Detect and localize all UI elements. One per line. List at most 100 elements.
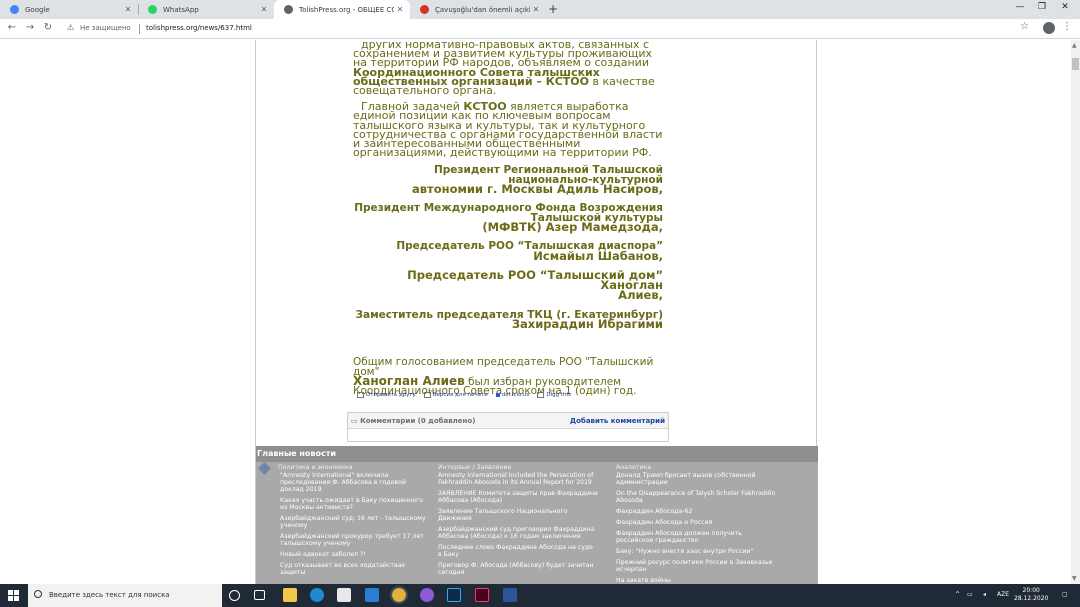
menu-icon[interactable]: ⋮ (1062, 21, 1072, 32)
news-link[interactable]: Азербайджанский прокурор требует 17 лет … (278, 533, 430, 547)
news-link[interactable]: Заявление Талышского Национального Движе… (438, 508, 598, 522)
mail-icon (357, 392, 364, 398)
tab-label: Çavuşoğlu'dan önemli açıklama... (435, 5, 530, 14)
comments-label: ▭ Комментарии (0 добавлено) (351, 417, 475, 425)
send-to-friend-link[interactable]: Отправить другу (357, 392, 416, 398)
vote-paragraph: Общим голосованием председатель РОО "Тал… (353, 357, 663, 397)
taskbar-search[interactable]: Введите здесь текст для поиска (28, 584, 222, 607)
tab-tolishpress[interactable]: TolishPress.org - ОБЩЕЕ СОБРА... ✕ (274, 0, 410, 19)
edge-icon[interactable] (310, 588, 324, 602)
article-paragraph: других нормативно-правовых актов, связан… (353, 40, 663, 96)
news-link[interactable]: Азербайджанский суд: 16 лет - талышскому… (278, 515, 430, 529)
tab-cavusoglu[interactable]: Çavuşoğlu'dan önemli açıklama... ✕ (410, 0, 546, 19)
photoshop-icon[interactable] (447, 588, 461, 602)
digg-link[interactable]: Digg this (537, 392, 571, 398)
link-label: Версия для печати (432, 392, 488, 398)
column-title[interactable]: Аналитика (616, 464, 776, 471)
search-placeholder: Введите здесь текст для поиска (49, 591, 170, 599)
windows-start-icon[interactable] (8, 590, 19, 601)
search-icon (34, 590, 42, 598)
tab-whatsapp[interactable]: WhatsApp ✕ (138, 0, 274, 19)
language-indicator[interactable]: AZE (997, 591, 1009, 598)
column-title[interactable]: Интервью / Заявление (438, 464, 598, 471)
restore-icon[interactable]: ❐ (1035, 2, 1049, 12)
print-link[interactable]: Версия для печати (423, 392, 488, 398)
link-label: del.icio.us (501, 392, 530, 398)
news-link[interactable]: Баку: "Нужно внести хаос внутри России" (616, 548, 776, 555)
news-link[interactable]: Азербайджанский суд приговорил Фахраддин… (438, 526, 598, 540)
tab-label: TolishPress.org - ОБЩЕЕ СОБРА... (299, 5, 394, 14)
url-text[interactable]: tolishpress.org/news/637.html (146, 24, 252, 32)
cortana-icon[interactable] (229, 590, 240, 601)
scroll-up-icon[interactable]: ▲ (1072, 42, 1077, 49)
news-link[interactable]: ЗАЯВЛЕНИЕ Комитета защиты прав Фахраддин… (438, 490, 598, 504)
article-body: других нормативно-правовых актов, связан… (353, 40, 663, 397)
signature-block: Президент Международного Фонда Возрожден… (353, 203, 663, 233)
signature-name: Захираддин Ибрагими (511, 317, 663, 331)
back-icon[interactable]: ← (5, 22, 19, 33)
volume-icon[interactable]: ◂ (983, 591, 986, 598)
mail-app-icon[interactable] (365, 588, 379, 602)
news-link[interactable]: Последнее слово Фахраддина Абосода на су… (438, 544, 598, 558)
tab-google[interactable]: Google ✕ (0, 0, 138, 19)
main-news-panel: Главные новости Политика и экономика "Am… (256, 446, 818, 584)
system-clock[interactable]: 20:00 28.12.2020 (1014, 587, 1048, 603)
news-link[interactable]: Какая участь ожидает в Баку похищенного … (278, 497, 430, 511)
google-icon (10, 5, 19, 14)
news-link[interactable]: Прежний ресурс политики России в Закавка… (616, 559, 776, 573)
article-paragraph: Главной задачей КСТОО является выработка… (353, 101, 663, 158)
close-icon[interactable]: ✕ (394, 5, 406, 14)
file-explorer-icon[interactable] (283, 588, 297, 602)
minimize-icon[interactable]: — (1013, 2, 1027, 12)
add-comment-link[interactable]: Добавить комментарий (570, 417, 665, 425)
bookmark-star-icon[interactable]: ☆ (1020, 21, 1029, 32)
close-icon[interactable]: ✕ (258, 5, 270, 14)
news-link[interactable]: Новый адвокат заболел ?! (278, 551, 430, 558)
scroll-down-icon[interactable]: ▼ (1072, 575, 1077, 582)
vertical-scrollbar[interactable]: ▲ ▼ (1071, 40, 1080, 584)
word-icon[interactable] (503, 588, 517, 602)
news-link[interactable]: On the Disappearance of Talysh Scholar F… (616, 490, 776, 504)
chrome-icon[interactable] (390, 586, 408, 604)
profile-avatar[interactable] (1043, 22, 1055, 34)
windows-taskbar: Введите здесь текст для поиска ^ ▭ ◂ AZE… (0, 584, 1080, 607)
warning-icon[interactable]: ⚠ (67, 23, 74, 32)
news-link[interactable]: Amnesty International Included the Perse… (438, 472, 598, 486)
notifications-icon[interactable]: ▢ (1062, 591, 1068, 598)
tray-chevron-icon[interactable]: ^ (955, 591, 960, 598)
new-tab-button[interactable]: + (548, 2, 558, 16)
news-icon (420, 5, 429, 14)
news-link[interactable]: Приговор Ф. Абосода (Аббасову) будет зач… (438, 562, 598, 576)
signature-block: Заместитель председателя ТКЦ (г. Екатери… (353, 309, 663, 331)
column-title[interactable]: Политика и экономика (278, 464, 430, 471)
close-icon[interactable]: ✕ (122, 5, 134, 14)
signature-block: Председатель РОО “Талышский дом” Ханогла… (353, 269, 663, 303)
close-icon[interactable]: ✕ (530, 5, 542, 14)
address-bar[interactable]: ⚠ Не защищено tolishpress.org/news/637.h… (62, 21, 1040, 37)
article-actions: Отправить другу Версия для печати del.ic… (357, 392, 571, 398)
messenger-icon[interactable] (420, 588, 434, 602)
link-label: Digg this (546, 392, 571, 398)
printer-icon (423, 392, 431, 398)
news-link[interactable]: На закате войны (616, 577, 776, 584)
address-divider (139, 24, 140, 34)
delicious-link[interactable]: del.icio.us (495, 392, 530, 398)
network-icon[interactable]: ▭ (967, 591, 973, 598)
signature-name: Алиев, (618, 288, 663, 303)
news-link[interactable]: "Amnesty International" включила преслед… (278, 472, 430, 493)
news-link[interactable]: Доналд Трамп бросает вызов собственной а… (616, 472, 776, 486)
news-column-politics: Политика и экономика "Amnesty Internatio… (278, 464, 430, 580)
news-link[interactable]: Фахраддин Абосода-62 (616, 508, 776, 515)
close-window-icon[interactable]: ✕ (1058, 2, 1072, 12)
news-link[interactable]: Фахраддин Абосода должен получить россий… (616, 530, 776, 544)
store-icon[interactable] (337, 588, 351, 602)
indesign-icon[interactable] (475, 588, 489, 602)
news-link[interactable]: Фахраддин Абосода и Россия (616, 519, 776, 526)
news-link[interactable]: Суд отказывает во всех ходатайствах защи… (278, 562, 430, 576)
task-view-icon[interactable] (254, 590, 265, 600)
comments-header: ▭ Комментарии (0 добавлено) Добавить ком… (348, 413, 668, 429)
reload-icon[interactable]: ↻ (41, 22, 55, 33)
forward-icon[interactable]: → (23, 22, 37, 33)
scrollbar-thumb[interactable] (1072, 58, 1079, 70)
link-label: Отправить другу (366, 392, 416, 398)
